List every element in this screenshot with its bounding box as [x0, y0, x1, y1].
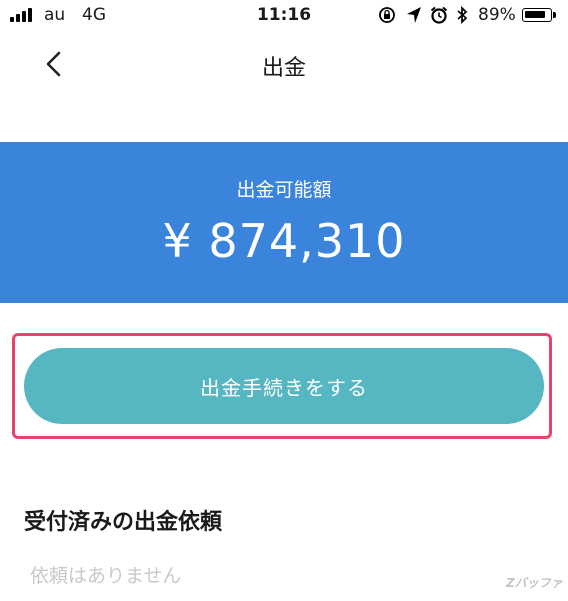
balance-label: 出金可能額 [236, 179, 332, 201]
watermark: Zバッファ [506, 576, 563, 590]
battery-percent: 89% [478, 5, 516, 25]
nav-bar: 出金 [0, 30, 568, 100]
balance-card: 出金可能額 ¥ 874,310 [0, 142, 568, 303]
bluetooth-icon [457, 6, 468, 24]
location-arrow-icon [407, 7, 421, 23]
requests-section-title: 受付済みの出金依頼 [24, 510, 223, 535]
battery-icon [522, 8, 552, 22]
rotation-lock-icon [379, 7, 395, 23]
page-title: 出金 [261, 56, 306, 81]
alarm-icon [430, 6, 448, 24]
battery-fill [525, 11, 545, 18]
requests-empty-text: 依頼はありません [30, 565, 182, 587]
balance-amount: ¥ 874,310 [162, 214, 406, 268]
withdraw-button[interactable]: 出金手続きをする [24, 348, 544, 424]
status-bar: au 4G 11:16 89% [0, 0, 568, 30]
battery-cap [553, 12, 556, 18]
